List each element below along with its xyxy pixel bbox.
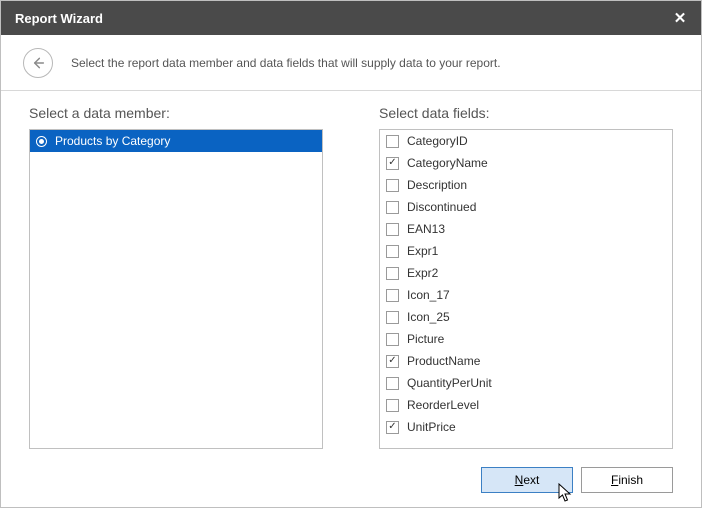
data-fields-label: Select data fields: xyxy=(379,105,673,121)
data-field-item-label: Icon_17 xyxy=(407,288,450,302)
data-field-item[interactable]: Expr1 xyxy=(380,240,672,262)
checkbox-icon[interactable] xyxy=(386,355,399,368)
data-fields-list[interactable]: CategoryID CategoryName Description Discont… xyxy=(379,129,673,449)
data-field-item-label: Expr2 xyxy=(407,266,438,280)
radio-icon xyxy=(36,136,47,147)
data-field-item[interactable]: Description xyxy=(380,174,672,196)
data-field-item[interactable]: CategoryName xyxy=(380,152,672,174)
data-field-item-label: ReorderLevel xyxy=(407,398,479,412)
next-button[interactable]: Next xyxy=(481,467,573,493)
data-field-item-label: Icon_25 xyxy=(407,310,450,324)
data-field-item[interactable]: ReorderLevel xyxy=(380,394,672,416)
data-field-item[interactable]: Icon_17 xyxy=(380,284,672,306)
checkbox-icon[interactable] xyxy=(386,179,399,192)
data-field-item-label: Discontinued xyxy=(407,200,476,214)
data-field-item-label: EAN13 xyxy=(407,222,445,236)
data-field-item-label: Expr1 xyxy=(407,244,438,258)
data-field-item-label: UnitPrice xyxy=(407,420,456,434)
data-field-item[interactable]: Icon_25 xyxy=(380,306,672,328)
arrow-left-icon xyxy=(30,55,46,71)
subheader: Select the report data member and data f… xyxy=(1,35,701,91)
checkbox-icon[interactable] xyxy=(386,223,399,236)
data-field-item[interactable]: Picture xyxy=(380,328,672,350)
finish-button-label: Finish xyxy=(611,473,643,487)
next-button-label: Next xyxy=(515,473,540,487)
window-title: Report Wizard xyxy=(15,11,659,26)
close-button[interactable]: ✕ xyxy=(659,1,701,35)
data-field-item-label: Picture xyxy=(407,332,444,346)
checkbox-icon[interactable] xyxy=(386,399,399,412)
data-field-item-label: CategoryName xyxy=(407,156,488,170)
data-field-item[interactable]: UnitPrice xyxy=(380,416,672,438)
checkbox-icon[interactable] xyxy=(386,289,399,302)
data-field-item[interactable]: QuantityPerUnit xyxy=(380,372,672,394)
checkbox-icon[interactable] xyxy=(386,377,399,390)
data-field-item[interactable]: CategoryID xyxy=(380,130,672,152)
data-field-item-label: Description xyxy=(407,178,467,192)
checkbox-icon[interactable] xyxy=(386,201,399,214)
finish-button[interactable]: Finish xyxy=(581,467,673,493)
checkbox-icon[interactable] xyxy=(386,245,399,258)
checkbox-icon[interactable] xyxy=(386,267,399,280)
checkbox-icon[interactable] xyxy=(386,333,399,346)
data-member-label: Select a data member: xyxy=(29,105,323,121)
footer: Next Finish xyxy=(1,453,701,507)
data-member-item-label: Products by Category xyxy=(55,134,170,148)
data-field-item[interactable]: EAN13 xyxy=(380,218,672,240)
close-icon: ✕ xyxy=(674,9,687,27)
checkbox-icon[interactable] xyxy=(386,421,399,434)
wizard-step-description: Select the report data member and data f… xyxy=(71,56,501,70)
data-member-item[interactable]: Products by Category xyxy=(30,130,322,152)
data-field-item[interactable]: Expr2 xyxy=(380,262,672,284)
data-field-item[interactable]: Discontinued xyxy=(380,196,672,218)
data-field-item-label: QuantityPerUnit xyxy=(407,376,492,390)
data-member-pane: Select a data member: Products by Catego… xyxy=(29,105,323,453)
back-button[interactable] xyxy=(23,48,53,78)
wizard-body: Select a data member: Products by Catego… xyxy=(1,91,701,453)
data-member-list[interactable]: Products by Category xyxy=(29,129,323,449)
data-fields-pane: Select data fields: CategoryID CategoryNa… xyxy=(379,105,673,453)
data-field-item-label: ProductName xyxy=(407,354,480,368)
titlebar: Report Wizard ✕ xyxy=(1,1,701,35)
data-field-item[interactable]: ProductName xyxy=(380,350,672,372)
checkbox-icon[interactable] xyxy=(386,157,399,170)
data-field-item-label: CategoryID xyxy=(407,134,468,148)
checkbox-icon[interactable] xyxy=(386,311,399,324)
report-wizard-window: Report Wizard ✕ Select the report data m… xyxy=(0,0,702,508)
checkbox-icon[interactable] xyxy=(386,135,399,148)
